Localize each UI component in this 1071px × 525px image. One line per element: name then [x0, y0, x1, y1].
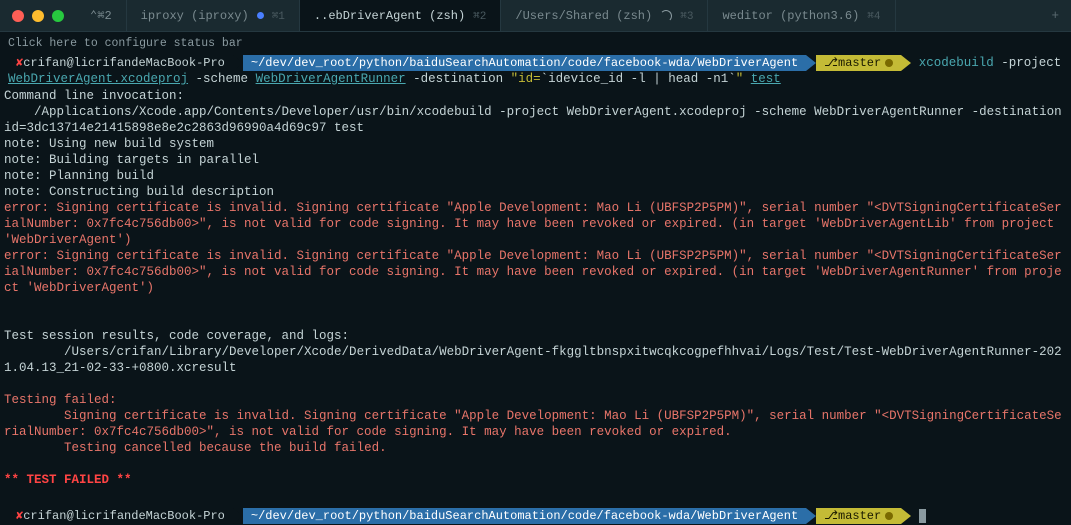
tab-label: iproxy (iproxy): [141, 9, 249, 23]
tab-weditor[interactable]: weditor (python3.6) ⌘4: [708, 0, 895, 31]
output-line: note: Using new build system: [4, 136, 1067, 152]
output-line: Command line invocation:: [4, 88, 1067, 104]
cmd-token: -scheme: [196, 72, 249, 86]
output-line: [4, 312, 1067, 328]
output-line: note: Planning build: [4, 168, 1067, 184]
tab-label: weditor (python3.6): [722, 9, 859, 23]
prompt-branch: master: [838, 55, 881, 71]
output-line: note: Building targets in parallel: [4, 152, 1067, 168]
status-x-icon: ✘: [16, 55, 23, 71]
spinner-icon: [660, 10, 672, 22]
output-line: Test session results, code coverage, and…: [4, 328, 1067, 344]
branch-dirty-icon: [885, 512, 893, 520]
error-line: Testing cancelled because the build fail…: [4, 440, 1067, 456]
tab-label: ⌃⌘2: [90, 8, 112, 23]
prompt-branch-segment: ⎇ master: [816, 508, 901, 524]
output-line: /Applications/Xcode.app/Contents/Develop…: [4, 104, 1067, 136]
prompt-branch: master: [838, 508, 881, 524]
cmd-token: ": [736, 72, 744, 86]
tab-iproxy[interactable]: iproxy (iproxy) ⌘1: [127, 0, 300, 31]
output-line: [4, 296, 1067, 312]
output-line: note: Constructing build description: [4, 184, 1067, 200]
prompt-path: ~/dev/dev_root/python/baiduSearchAutomat…: [251, 55, 798, 71]
window-controls: [0, 0, 76, 31]
tab-webdriveragent[interactable]: ..ebDriverAgent (zsh) ⌘2: [300, 0, 501, 31]
maximize-icon[interactable]: [52, 10, 64, 22]
cmd-token: xcodebuild: [919, 56, 994, 70]
prompt-host: crifan@licrifandeMacBook-Pro: [23, 508, 225, 524]
output-line: /Users/crifan/Library/Developer/Xcode/De…: [4, 344, 1067, 376]
minimize-icon[interactable]: [32, 10, 44, 22]
error-line: error: Signing certificate is invalid. S…: [4, 200, 1067, 248]
cmd-token: test: [751, 72, 781, 86]
activity-dot-icon: [257, 12, 264, 19]
cmd-token: WebDriverAgentRunner: [256, 72, 406, 86]
tab-label: /Users/Shared (zsh): [515, 9, 652, 23]
cmd-token: -destination: [413, 72, 503, 86]
prompt-line: ✘ crifan@licrifandeMacBook-Pro ~/dev/dev_…: [4, 504, 1067, 525]
tab-shortcut-label: ⌘4: [867, 9, 880, 23]
tab-shortcut-label: ⌘1: [272, 9, 285, 23]
error-line: Signing certificate is invalid. Signing …: [4, 408, 1067, 440]
prompt-host-segment: ✘ crifan@licrifandeMacBook-Pro: [8, 508, 233, 524]
cmd-token: WebDriverAgent.xcodeproj: [8, 72, 188, 86]
tab-shortcut-label: ⌘3: [680, 9, 693, 23]
cmd-token: -project: [1001, 56, 1061, 70]
add-tab-button[interactable]: +: [1039, 0, 1071, 31]
prompt-path-segment: ~/dev/dev_root/python/baiduSearchAutomat…: [243, 55, 806, 71]
prompt-host: crifan@licrifandeMacBook-Pro: [23, 55, 225, 71]
tab-shortcut-label: ⌘2: [473, 9, 486, 23]
branch-icon: ⎇: [824, 508, 838, 524]
prompt-path-segment: ~/dev/dev_root/python/baiduSearchAutomat…: [243, 508, 806, 524]
status-x-icon: ✘: [16, 508, 23, 524]
close-icon[interactable]: [12, 10, 24, 22]
branch-dirty-icon: [885, 59, 893, 67]
prompt-host-segment: ✘ crifan@licrifandeMacBook-Pro: [8, 55, 233, 71]
prompt-path: ~/dev/dev_root/python/baiduSearchAutomat…: [251, 508, 798, 524]
test-failed-line: ** TEST FAILED **: [4, 472, 1067, 488]
terminal-output[interactable]: ✘ crifan@licrifandeMacBook-Pro ~/dev/dev_…: [0, 54, 1071, 525]
error-line: Testing failed:: [4, 392, 1067, 408]
status-bar-text: Click here to configure status bar: [8, 37, 243, 50]
tab-users-shared[interactable]: /Users/Shared (zsh) ⌘3: [501, 0, 708, 31]
output-line: [4, 456, 1067, 472]
titlebar: ⌃⌘2 iproxy (iproxy) ⌘1 ..ebDriverAgent (…: [0, 0, 1071, 32]
error-line: error: Signing certificate is invalid. S…: [4, 248, 1067, 296]
status-bar[interactable]: Click here to configure status bar: [0, 32, 1071, 54]
cmd-token: "id=: [511, 72, 541, 86]
tab-label: ..ebDriverAgent (zsh): [314, 9, 465, 23]
prompt-line: ✘ crifan@licrifandeMacBook-Pro ~/dev/dev_…: [4, 54, 1067, 88]
tab-shortcut[interactable]: ⌃⌘2: [76, 0, 127, 31]
cmd-token: `idevice_id -l | head -n1`: [541, 72, 736, 86]
output-line: [4, 376, 1067, 392]
cursor-icon[interactable]: [919, 509, 926, 523]
branch-icon: ⎇: [824, 55, 838, 71]
prompt-branch-segment: ⎇ master: [816, 55, 901, 71]
output-line: [4, 488, 1067, 504]
